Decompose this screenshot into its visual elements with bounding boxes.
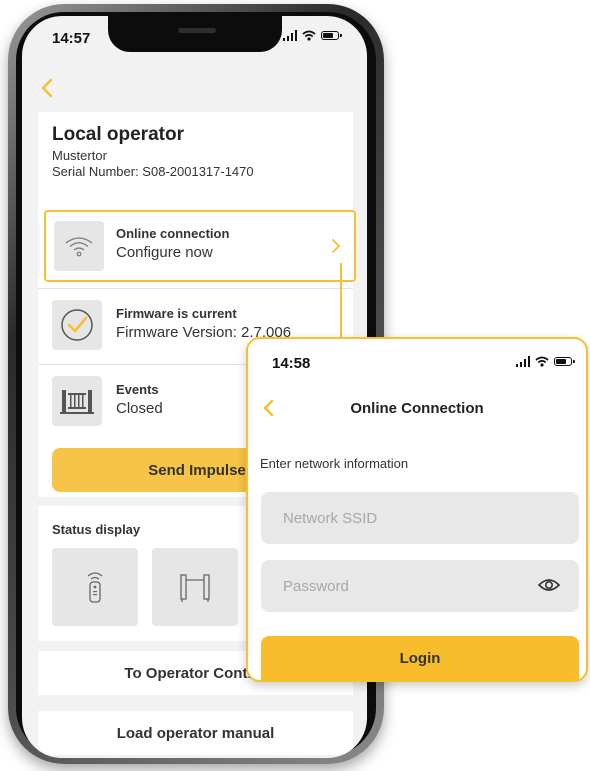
row-icon-tile [52, 300, 102, 350]
gate-icon [60, 390, 94, 414]
screen-title: Online Connection [350, 400, 484, 417]
network-ssid-input[interactable] [261, 492, 579, 544]
row-value: Configure now [116, 244, 213, 261]
wifi-status-icon [302, 30, 316, 41]
battery-icon [321, 31, 342, 40]
online-connection-row[interactable]: Online connection Configure now [44, 210, 356, 282]
row-value: Closed [116, 400, 163, 417]
status-time: 14:57 [52, 30, 91, 47]
load-manual-button[interactable]: Load operator manual [38, 711, 353, 755]
wifi-status-icon [535, 356, 549, 367]
online-connection-overlay: 14:58 Online Connection Enter network in… [246, 337, 588, 682]
eye-icon[interactable] [538, 576, 560, 594]
row-title: Events [116, 382, 159, 397]
wifi-icon [65, 237, 93, 257]
row-icon-tile [52, 376, 102, 426]
battery-icon [554, 357, 575, 366]
signal-icon [282, 30, 297, 41]
operator-name: Mustertor [52, 148, 107, 163]
nav-label: Load operator manual [116, 725, 275, 742]
status-display-title: Status display [52, 522, 141, 537]
notch [108, 16, 282, 52]
status-icons [282, 30, 342, 41]
row-icon-tile [54, 221, 104, 271]
status-icons [515, 356, 575, 367]
login-button[interactable]: Login [261, 636, 579, 680]
status-time: 14:58 [272, 355, 311, 372]
password-input[interactable] [261, 560, 579, 612]
speaker-grille [178, 28, 216, 33]
check-circle-icon [61, 309, 93, 341]
row-title: Online connection [116, 226, 230, 241]
row-title: Firmware is current [116, 306, 237, 321]
serial-number: Serial Number: S08-2001317-1470 [52, 164, 254, 179]
chevron-right-icon [332, 239, 341, 253]
back-chevron-icon[interactable] [36, 76, 60, 100]
divider [38, 288, 353, 289]
status-tile-remote[interactable] [52, 548, 138, 626]
signal-icon [515, 356, 530, 367]
network-prompt: Enter network information [260, 456, 409, 471]
gate-posts-icon [180, 574, 210, 602]
status-tile-gate[interactable] [152, 548, 238, 626]
operator-title: Local operator [52, 124, 184, 145]
connector-line [340, 263, 342, 347]
remote-control-icon [87, 572, 103, 603]
